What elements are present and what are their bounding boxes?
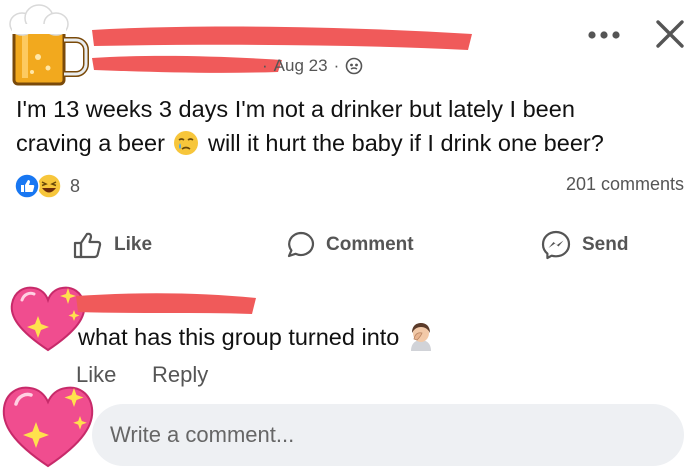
post-body-line-1: I'm 13 weeks 3 days I'm not a drinker bu… bbox=[16, 96, 575, 122]
close-icon bbox=[656, 20, 684, 48]
post-body: I'm 13 weeks 3 days I'm not a drinker bu… bbox=[16, 92, 686, 160]
globe-icon bbox=[345, 57, 363, 75]
meta-separator: · bbox=[333, 56, 340, 75]
group-redaction bbox=[92, 55, 282, 73]
like-reaction-icon bbox=[14, 173, 40, 199]
post-body-line-2: craving a beer will it hurt the baby if … bbox=[16, 126, 686, 160]
comments-count[interactable]: 201 comments bbox=[566, 174, 684, 195]
reaction-count: 8 bbox=[70, 175, 81, 196]
facebook-post: · Aug 23 · I'm 13 weeks 3 days I'm not a… bbox=[0, 0, 700, 469]
facepalm-icon bbox=[411, 323, 432, 351]
sparkling-heart-icon[interactable] bbox=[0, 380, 96, 469]
comment-input[interactable] bbox=[108, 421, 672, 449]
more-options-button[interactable] bbox=[582, 20, 626, 50]
comment-composer[interactable] bbox=[92, 404, 684, 466]
speech-bubble-icon bbox=[287, 231, 315, 258]
post-body-line-2b: will it hurt the baby if I drink one bee… bbox=[207, 130, 604, 156]
meta-separator: · bbox=[262, 56, 268, 75]
comment-reply-button[interactable]: Reply bbox=[152, 362, 208, 388]
more-dots-icon bbox=[588, 31, 620, 39]
beer-mug-icon[interactable] bbox=[8, 2, 98, 88]
like-button-label: Like bbox=[114, 234, 153, 255]
name-redaction bbox=[92, 26, 472, 50]
messenger-icon bbox=[541, 230, 571, 260]
thumbs-up-icon bbox=[73, 232, 102, 259]
send-button-label: Send bbox=[582, 234, 629, 255]
commenter-name-redaction bbox=[76, 293, 256, 314]
send-button[interactable]: Send bbox=[540, 226, 628, 264]
comment-text: what has this group turned into bbox=[78, 323, 400, 350]
like-button[interactable]: Like bbox=[72, 226, 152, 264]
post-meta: · Aug 23 · bbox=[262, 54, 363, 78]
reaction-icons bbox=[14, 173, 64, 199]
post-body-line-2a: craving a beer bbox=[16, 130, 165, 156]
close-button[interactable] bbox=[648, 12, 692, 56]
comment-body: what has this group turned into bbox=[78, 322, 435, 352]
comment-button-label: Comment bbox=[326, 234, 414, 255]
crying-face-icon bbox=[174, 131, 199, 155]
reaction-summary[interactable]: 8 bbox=[14, 172, 80, 200]
comment-button[interactable]: Comment bbox=[286, 226, 414, 264]
post-date[interactable]: Aug 23 bbox=[274, 56, 328, 76]
